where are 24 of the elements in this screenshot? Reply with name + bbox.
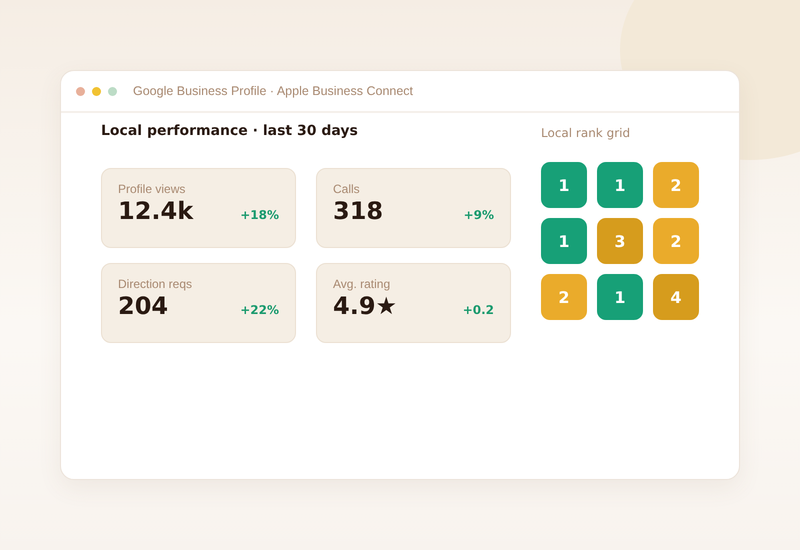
window-title: Google Business Profile · Apple Business Connect [133, 84, 414, 98]
grid-title: Local rank grid [541, 126, 632, 140]
rank-tile: 1 [541, 162, 587, 208]
metric-label: Calls [333, 182, 361, 196]
metric-label: Profile views [118, 182, 186, 196]
rank-tile: 1 [597, 162, 643, 208]
rank-tile: 1 [541, 218, 587, 264]
metric-change: +18% [240, 208, 279, 222]
metric-change: +0.2 [462, 303, 494, 317]
rank-tile: 3 [597, 218, 643, 264]
metric-label: Avg. rating [333, 277, 392, 291]
metric-change: +22% [240, 303, 279, 317]
metric-value: 4.9★ [333, 292, 398, 320]
metric-label: Direction reqs [118, 277, 194, 291]
rank-tile: 2 [653, 218, 699, 264]
rank-tile: 4 [653, 274, 699, 320]
rank-tile: 2 [653, 162, 699, 208]
section-heading: Local performance · last 30 days [101, 123, 359, 141]
metric-value: 12.4k [118, 197, 194, 225]
metric-value: 204 [118, 292, 168, 320]
rank-tile: 2 [541, 274, 587, 320]
metric-change: +9% [464, 208, 494, 222]
rank-tile: 1 [597, 274, 643, 320]
metric-value: 318 [333, 197, 384, 225]
